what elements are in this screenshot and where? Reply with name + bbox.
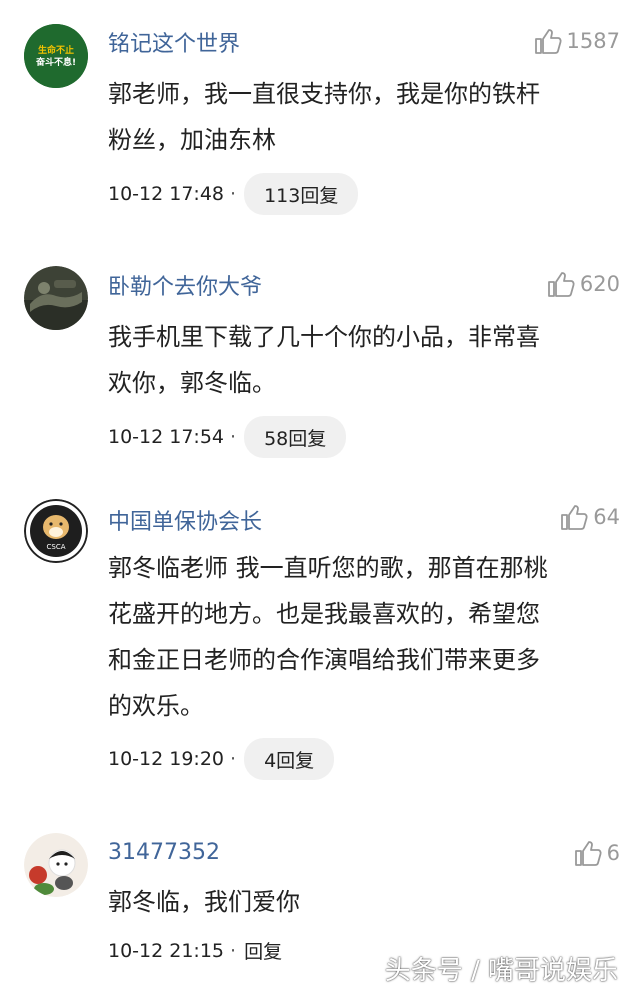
username[interactable]: 卧勒个去你大爷 (108, 269, 262, 301)
thumbs-up-icon (548, 272, 575, 297)
avatar-image: CSCA (24, 499, 88, 563)
comment-line: 和金正日老师的合作演唱给我们带来更多 (108, 646, 540, 674)
comment-text: 郭冬临老师 我一直听您的歌，那首在那桃 花盛开的地方。也是我最喜欢的，希望您 和… (108, 545, 614, 729)
timestamp: 10-12 17:54 (108, 426, 225, 448)
comment-line: 郭冬临，我们爱你 (108, 888, 300, 916)
like-count: 64 (593, 505, 620, 529)
comment-line: 郭老师，我一直很支持你，我是你的铁杆 (108, 80, 540, 108)
avatar-image (24, 833, 88, 897)
comment-line: 粉丝，加油东林 (108, 126, 276, 154)
username[interactable]: 中国单保协会长 (108, 504, 262, 536)
like-button[interactable]: 620 (546, 269, 620, 299)
comment-line: 的欢乐。 (108, 692, 204, 720)
separator: · (230, 426, 237, 448)
comment-line: 花盛开的地方。也是我最喜欢的，希望您 (108, 600, 540, 628)
avatar[interactable]: CSCA (24, 499, 88, 563)
thumbs-up-icon (574, 841, 602, 866)
avatar-image (24, 266, 88, 330)
reply-button[interactable]: 58回复 (244, 416, 347, 458)
username[interactable]: 31477352 (108, 840, 220, 865)
thumbs-up-icon (561, 505, 588, 530)
timestamp: 10-12 17:48 (108, 183, 225, 205)
username[interactable]: 铭记这个世界 (108, 26, 240, 58)
avatar[interactable] (24, 833, 88, 897)
svg-text:奋斗不息!: 奋斗不息! (35, 56, 76, 68)
reply-button[interactable]: 回复 (244, 937, 282, 964)
comment-meta: 10-12 19:20 · 4回复 (108, 738, 335, 780)
reply-button[interactable]: 4回复 (244, 738, 335, 780)
thumbs-up-icon (534, 29, 562, 54)
separator: · (230, 939, 237, 962)
like-button[interactable]: 6 (573, 838, 620, 868)
timestamp: 10-12 21:15 (108, 939, 225, 962)
comment-meta: 10-12 17:54 · 58回复 (108, 416, 347, 458)
comment-line: 郭冬临老师 我一直听您的歌，那首在那桃 (108, 554, 548, 582)
avatar[interactable]: 生命不止 奋斗不息! (24, 24, 88, 88)
avatar[interactable] (24, 266, 88, 330)
svg-text:生命不止: 生命不止 (38, 44, 74, 56)
like-button[interactable]: 64 (559, 502, 620, 532)
comment-text: 郭冬临，我们爱你 (108, 879, 614, 925)
comment-line: 我手机里下载了几十个你的小品，非常喜 (108, 323, 540, 351)
like-count: 1587 (566, 29, 620, 53)
comment-text: 我手机里下载了几十个你的小品，非常喜 欢你，郭冬临。 (108, 314, 614, 406)
watermark: 头条号 / 嘴哥说娱乐 (384, 956, 618, 986)
like-button[interactable]: 1587 (533, 26, 620, 56)
comment-text: 郭老师，我一直很支持你，我是你的铁杆 粉丝，加油东林 (108, 71, 614, 163)
comment-meta: 10-12 21:15 · 回复 (108, 937, 282, 964)
reply-button[interactable]: 113回复 (244, 173, 359, 215)
avatar-image: 生命不止 奋斗不息! (24, 24, 88, 88)
svg-text:CSCA: CSCA (46, 543, 65, 551)
separator: · (230, 748, 237, 770)
like-count: 6 (606, 841, 620, 865)
timestamp: 10-12 19:20 (108, 748, 225, 770)
comment-line: 欢你，郭冬临。 (108, 369, 276, 397)
comment-meta: 10-12 17:48 · 113回复 (108, 173, 359, 215)
separator: · (230, 183, 237, 205)
like-count: 620 (579, 272, 620, 296)
